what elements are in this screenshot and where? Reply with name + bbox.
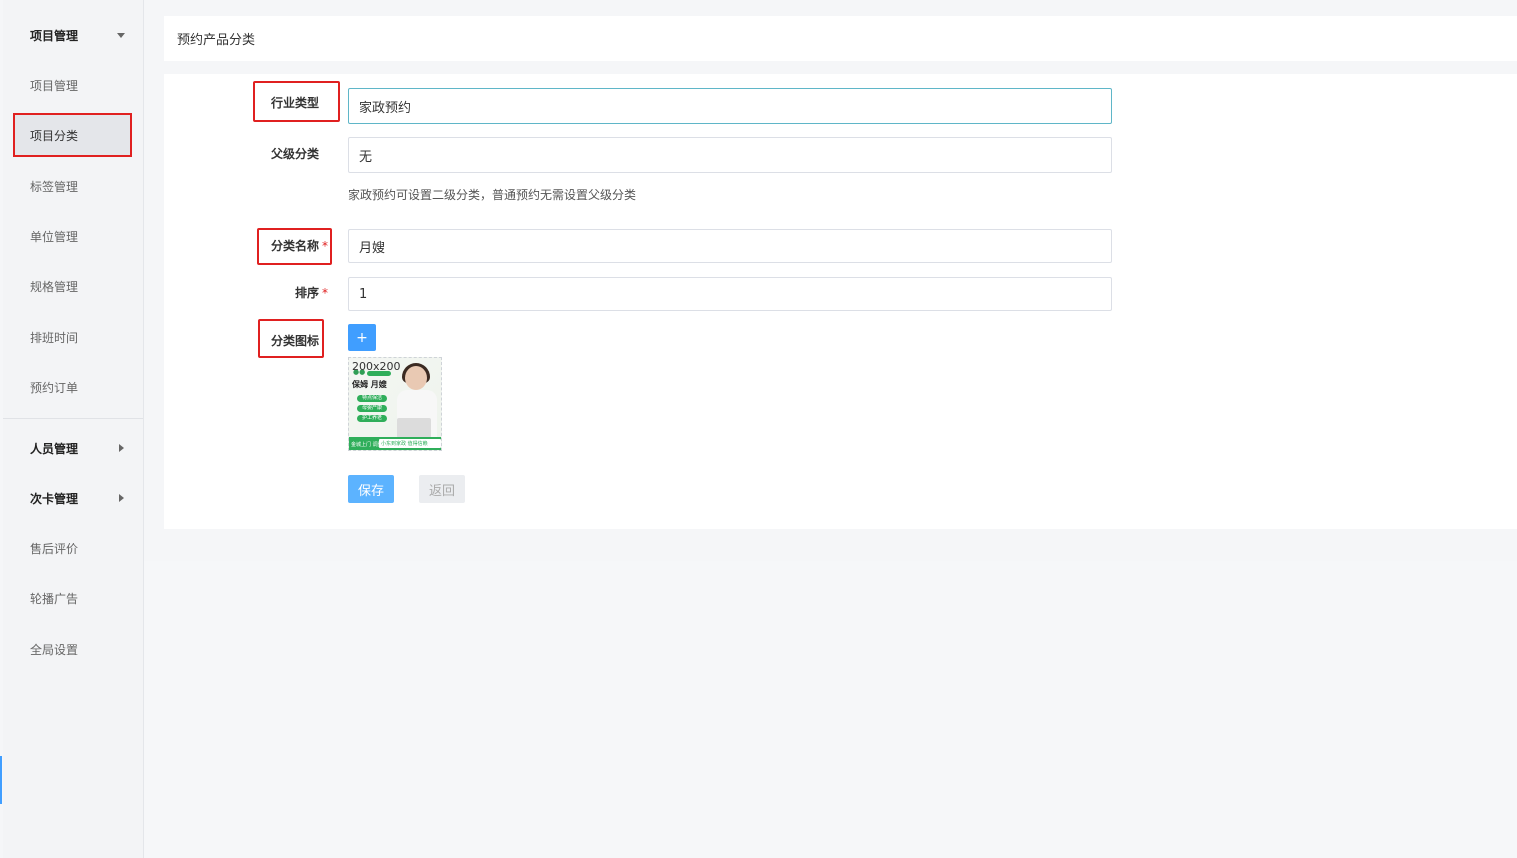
category-name-field[interactable] xyxy=(348,229,1112,263)
sort-label-text: 排序 xyxy=(295,286,320,300)
content-background xyxy=(144,561,1517,858)
parent-category-label: 父级分类 xyxy=(271,147,320,161)
required-mark: * xyxy=(322,286,329,300)
sidebar-item-project-management[interactable]: 项目管理 xyxy=(15,65,130,105)
plus-icon: + xyxy=(356,329,368,346)
thumbnail-headline: 保姆 月嫂 xyxy=(352,380,387,389)
sidebar-item-label: 全局设置 xyxy=(30,642,79,657)
sidebar-item-label: 售后评价 xyxy=(30,541,79,556)
sidebar-item-project-category[interactable]: 项目分类 xyxy=(13,113,132,157)
sidebar-item-after-sales-review[interactable]: 售后评价 xyxy=(15,528,130,568)
chevron-right-icon xyxy=(119,494,124,502)
save-button[interactable]: 保存 xyxy=(348,475,394,503)
thumbnail-pill: 母婴产康 xyxy=(357,405,387,412)
sidebar-group-label: 人员管理 xyxy=(30,441,79,456)
parent-category-hint: 家政预约可设置二级分类，普通预约无需设置父级分类 xyxy=(348,188,637,202)
chevron-down-icon xyxy=(117,32,125,38)
sidebar-item-unit-management[interactable]: 单位管理 xyxy=(15,216,130,256)
sidebar-item-label: 单位管理 xyxy=(30,229,79,244)
sidebar-group-label: 次卡管理 xyxy=(30,491,79,506)
sort-label: 排序 * xyxy=(295,284,328,301)
sidebar-item-spec-management[interactable]: 规格管理 xyxy=(15,266,130,306)
sidebar-group-card[interactable]: 次卡管理 xyxy=(15,480,139,516)
sidebar-item-label: 规格管理 xyxy=(30,279,79,294)
sidebar-item-schedule-time[interactable]: 排班时间 xyxy=(15,317,130,357)
thumbnail-pill: 特点保洁 xyxy=(357,395,387,402)
sidebar-item-label: 标签管理 xyxy=(30,179,79,194)
thumbnail-size-label: 200x200 xyxy=(352,360,401,373)
industry-type-label: 行业类型 xyxy=(271,96,320,110)
sort-field[interactable] xyxy=(348,277,1112,311)
required-mark: * xyxy=(322,239,329,253)
page-title: 预约产品分类 xyxy=(177,33,256,48)
clipboard-shape xyxy=(397,418,431,438)
sidebar-item-global-settings[interactable]: 全局设置 xyxy=(15,629,130,669)
sidebar-item-booking-orders[interactable]: 预约订单 xyxy=(15,367,130,407)
add-icon-button[interactable]: + xyxy=(348,324,376,351)
person-head-shape xyxy=(405,366,427,390)
sidebar-group-label: 项目管理 xyxy=(30,28,79,43)
back-button[interactable]: 返回 xyxy=(419,475,465,503)
category-icon-label: 分类图标 xyxy=(271,334,320,348)
industry-type-field[interactable] xyxy=(348,88,1112,124)
category-name-label-text: 分类名称 xyxy=(271,239,320,253)
category-icon-thumbnail[interactable]: ●● 200x200 保姆 月嫂 特点保洁 母婴产康 护工养老 金城上门 调整在… xyxy=(348,357,442,451)
sidebar-item-label: 项目分类 xyxy=(30,128,79,143)
sidebar-group-project[interactable]: 项目管理 xyxy=(15,17,139,53)
thumbnail-pill: 护工养老 xyxy=(357,415,387,422)
sidebar-item-label: 预约订单 xyxy=(30,380,79,395)
thumbnail-footer-right: 小东到家政 值得信赖 xyxy=(381,441,428,447)
sidebar: 项目管理 项目管理 项目分类 标签管理 单位管理 规格管理 排班时间 预约订单 … xyxy=(3,0,144,858)
page-header: 预约产品分类 xyxy=(164,16,1517,61)
sidebar-item-carousel-ads[interactable]: 轮播广告 xyxy=(15,578,130,618)
sidebar-item-tag-management[interactable]: 标签管理 xyxy=(15,166,130,206)
sidebar-divider xyxy=(3,418,143,419)
sidebar-item-label: 项目管理 xyxy=(30,78,79,93)
parent-category-field[interactable] xyxy=(348,137,1112,173)
category-form: 行业类型 父级分类 家政预约可设置二级分类，普通预约无需设置父级分类 分类名称*… xyxy=(164,74,1517,529)
sidebar-group-staff[interactable]: 人员管理 xyxy=(15,430,139,466)
sidebar-item-label: 排班时间 xyxy=(30,330,79,345)
chevron-right-icon xyxy=(119,444,124,452)
scroll-indicator xyxy=(0,756,2,804)
category-name-label: 分类名称 * xyxy=(271,237,328,254)
sidebar-item-label: 轮播广告 xyxy=(30,591,79,606)
